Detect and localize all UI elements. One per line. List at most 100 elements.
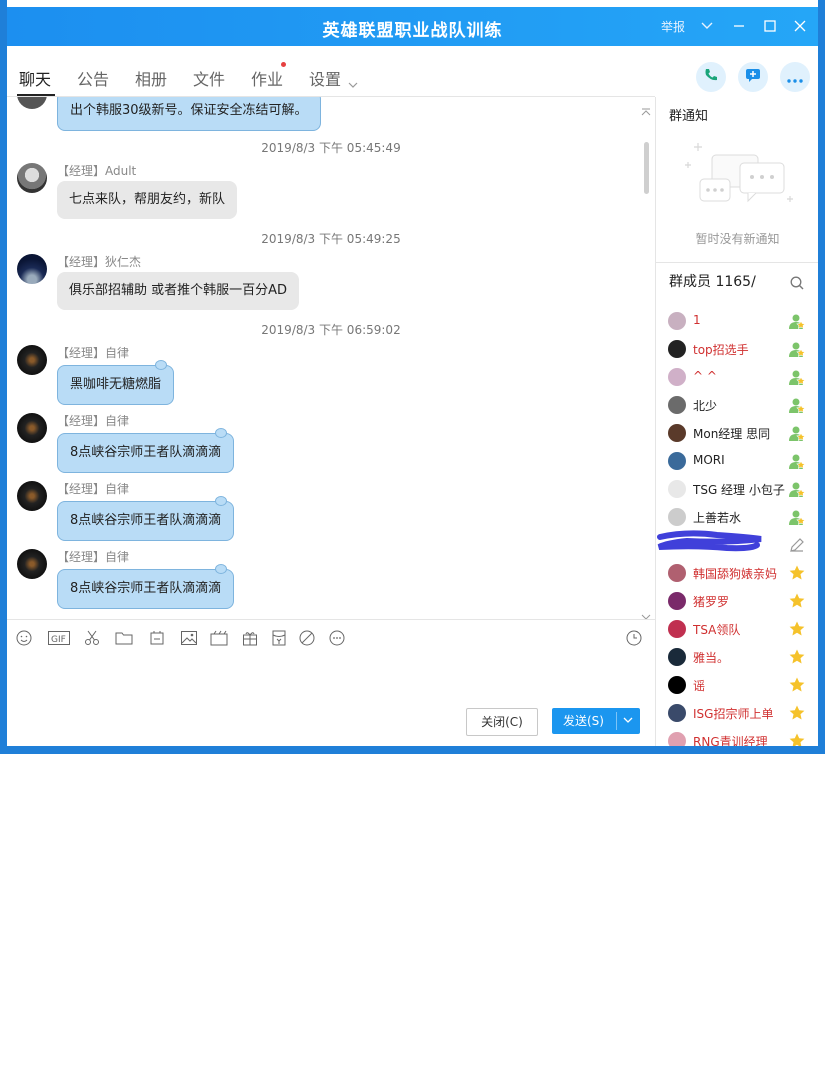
tab-album[interactable]: 相册 (135, 66, 167, 90)
member-avatar[interactable] (668, 648, 686, 666)
minimize-icon[interactable] (729, 16, 749, 36)
red-packet-icon[interactable] (269, 628, 289, 648)
member-item[interactable]: Mon经理 思同 (668, 419, 818, 447)
member-avatar[interactable] (668, 396, 686, 414)
member-avatar[interactable] (668, 732, 686, 746)
member-item[interactable]: top招选手 (668, 335, 818, 363)
admin-badge (788, 396, 806, 414)
avatar[interactable] (17, 163, 47, 193)
member-item[interactable]: ISG招宗师上单 (668, 699, 818, 727)
message-bubble[interactable]: 8点峡谷宗师王者队滴滴滴 (57, 564, 235, 609)
sender-name[interactable]: 【经理】Adult (57, 162, 136, 179)
member-name: 北少 (693, 399, 718, 413)
member-avatar[interactable] (668, 704, 686, 722)
member-item[interactable]: 雅当。 (668, 643, 818, 671)
more-options-button[interactable] (780, 62, 810, 92)
history-clock-icon[interactable] (624, 628, 644, 648)
share-screen-button[interactable] (738, 62, 768, 92)
gif-icon[interactable]: GIF (47, 628, 71, 648)
report-button[interactable]: 举报 (661, 18, 685, 35)
member-avatar[interactable] (668, 508, 686, 526)
close-icon[interactable] (790, 16, 810, 36)
message-bubble[interactable]: 七点来队，帮朋友约，新队 (57, 181, 238, 219)
sender-name[interactable]: 【经理】自律 (57, 480, 129, 497)
member-avatar[interactable] (668, 592, 686, 610)
group-notice-title[interactable]: 群通知 (669, 105, 708, 124)
member-item[interactable]: MORI (668, 447, 818, 475)
member-name: ^ ^ (693, 369, 717, 383)
member-avatar[interactable] (668, 452, 686, 470)
more-icon[interactable] (327, 628, 347, 648)
sender-name[interactable]: 【经理】自律 (57, 344, 129, 361)
member-avatar[interactable] (668, 620, 686, 638)
admin-badge (788, 424, 806, 442)
menu-chevron-icon[interactable] (697, 16, 717, 36)
member-item[interactable]: 谣 (668, 671, 818, 699)
block-icon[interactable] (297, 628, 317, 648)
avatar[interactable] (17, 413, 47, 443)
title-bar[interactable]: 英雄联盟职业战队训练 举报 (7, 7, 818, 46)
maximize-icon[interactable] (760, 16, 780, 36)
tab-settings[interactable]: 设置 (309, 66, 341, 90)
message-bubble[interactable]: 黑咖啡无糖燃脂 (57, 360, 175, 405)
avatar[interactable] (17, 549, 47, 579)
member-avatar[interactable] (668, 676, 686, 694)
scissors-icon[interactable] (82, 628, 102, 648)
sender-name[interactable]: 【经理】自律 (57, 548, 129, 565)
empty-notice-illustration-icon (682, 137, 794, 221)
voice-call-button[interactable] (696, 62, 726, 92)
emoji-icon[interactable] (14, 628, 34, 648)
avatar[interactable] (17, 254, 47, 284)
member-name: 上善若水 (693, 511, 742, 525)
member-item[interactable]: ^ ^ (668, 363, 818, 391)
message-bubble[interactable]: 俱乐部招辅助 或者推个韩服一百分AD (57, 272, 300, 310)
star-icon (788, 648, 806, 666)
member-avatar[interactable] (668, 480, 686, 498)
send-options-chevron-icon[interactable] (622, 708, 634, 734)
close-button[interactable]: 关闭(C) (466, 708, 538, 736)
member-item[interactable]: RNG青训经理 (668, 727, 818, 746)
member-avatar[interactable] (668, 368, 686, 386)
message-bubble[interactable]: 8点峡谷宗师王者队滴滴滴 (57, 496, 235, 541)
folder-icon[interactable] (114, 628, 134, 648)
sender-name[interactable]: 【经理】狄仁杰 (57, 253, 141, 270)
members-header[interactable]: 群成员 1165/ (669, 271, 756, 291)
empty-notice-text: 暂时没有新通知 (695, 232, 780, 246)
member-item[interactable]: 1 (668, 307, 818, 335)
member-item[interactable]: 韩国舔狗婊亲妈 (668, 559, 818, 587)
search-icon[interactable] (790, 275, 804, 294)
message-bubble[interactable]: 出个韩服30级新号。保证安全冻结可解。 (57, 97, 321, 131)
message-bubble[interactable]: 8点峡谷宗师王者队滴滴滴 (57, 428, 235, 473)
member-item[interactable]: 北少 (668, 391, 818, 419)
tab-announcement[interactable]: 公告 (77, 66, 109, 90)
chevron-down-icon[interactable] (348, 74, 358, 93)
member-item[interactable]: TSG 经理 小包子 (668, 475, 818, 503)
expand-icon[interactable] (641, 607, 651, 619)
star-icon (788, 564, 806, 582)
member-avatar[interactable] (668, 312, 686, 330)
image-icon[interactable] (179, 628, 199, 648)
tab-files[interactable]: 文件 (193, 66, 225, 90)
edit-icon[interactable] (788, 536, 806, 554)
avatar[interactable] (17, 481, 47, 511)
send-button[interactable]: 发送(S) (552, 708, 640, 734)
gift-icon[interactable] (240, 628, 260, 648)
avatar[interactable] (17, 97, 47, 109)
screenshot-icon[interactable] (147, 628, 167, 648)
sender-name[interactable]: 【经理】自律 (57, 412, 129, 429)
member-avatar[interactable] (668, 564, 686, 582)
message-list[interactable]: 出个韩服30级新号。保证安全冻结可解。 2019/8/3 下午 05:45:49… (7, 97, 655, 619)
collapse-icon[interactable] (641, 101, 651, 120)
bubble-decoration (215, 564, 228, 574)
member-item[interactable]: 猪罗罗 (668, 587, 818, 615)
message-scrollbar[interactable] (644, 142, 649, 194)
star-icon (788, 592, 806, 610)
member-item[interactable]: 上善若水 (668, 503, 818, 531)
member-avatar[interactable] (668, 424, 686, 442)
tab-chat[interactable]: 聊天 (19, 66, 51, 90)
member-item[interactable]: TSA领队 (668, 615, 818, 643)
tab-homework[interactable]: 作业 (251, 66, 283, 90)
member-avatar[interactable] (668, 340, 686, 358)
video-icon[interactable] (209, 628, 229, 648)
avatar[interactable] (17, 345, 47, 375)
